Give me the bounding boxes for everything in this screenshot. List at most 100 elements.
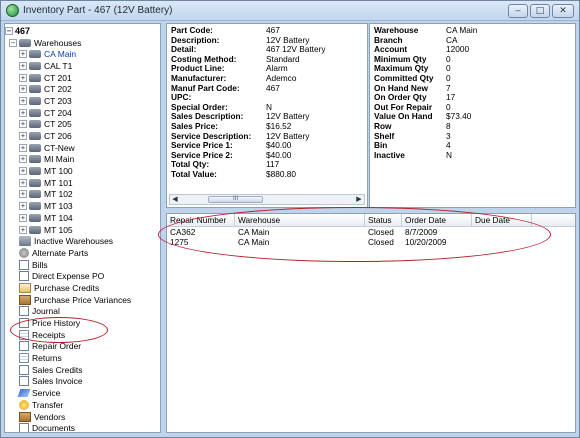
repair-order-icon [19,341,29,352]
tree-item-label: Service [32,388,61,399]
tree-item-warehouse[interactable]: + CT 204 [5,107,160,119]
warehouse-truck-icon [29,50,41,59]
tree-item-warehouse[interactable]: + MT 104 [5,212,160,224]
tree-item-label: MI Main [44,154,75,165]
tree-item-warehouse[interactable]: + CT 201 [5,72,160,84]
tree-item-warehouse[interactable]: + MT 101 [5,177,160,189]
tree-item-alternate-parts[interactable]: Alternate Parts [5,247,160,259]
collapse-icon[interactable]: − [5,26,13,35]
warehouse-detail-row: Warehouse CA Main [374,25,575,36]
expand-icon[interactable]: + [19,167,27,176]
scroll-right-icon[interactable]: ▶ [354,195,364,204]
scroll-thumb[interactable]: III [208,196,263,203]
warehouse-truck-icon [29,225,41,234]
part-detail-row: Total Value: $880.80 [171,168,367,180]
tree-item-label: MT 102 [44,189,73,200]
horizontal-scrollbar[interactable]: ◀ III ▶ [169,194,365,205]
warehouse-truck-icon [29,85,41,94]
expand-icon[interactable]: + [19,225,27,234]
maximize-button[interactable]: □ [530,4,550,18]
tree-item-purchase-credits[interactable]: Purchase Credits [5,282,160,294]
tree-item-warehouse[interactable]: + CT 205 [5,119,160,131]
tree-item-label: Sales Credits [32,364,83,375]
navigation-tree: − 467 − Warehouses + CA Main + CAL T1 + CT 20… [4,23,161,433]
tree-item-journal[interactable]: Journal [5,306,160,318]
service-icon [17,389,31,398]
warehouse-truck-icon [29,61,41,70]
warehouse-detail-row: Shelf 3 [374,131,575,142]
expand-icon[interactable]: + [19,50,27,59]
tree-item-warehouse[interactable]: + CT 203 [5,95,160,107]
detail-key: Total Value: [171,168,217,179]
close-button[interactable]: ✕ [552,4,574,18]
tree-item-warehouse[interactable]: + CT-New [5,142,160,154]
tree-item-purchase-price-variances[interactable]: Purchase Price Variances [5,294,160,306]
minimize-button[interactable]: ‒ [508,4,528,18]
warehouse-truck-icon [29,155,41,164]
app-globe-icon [6,4,19,17]
expand-icon[interactable]: + [19,85,27,94]
warehouse-detail-row: Row 8 [374,121,575,132]
tree-item-warehouse[interactable]: + MT 105 [5,224,160,236]
tree-item-warehouse[interactable]: + MT 103 [5,200,160,212]
bills-icon [19,259,29,270]
tree-item-inactive-warehouses[interactable]: Inactive Warehouses [5,235,160,247]
tree-item-label: Journal [32,306,60,317]
warehouse-detail-panel: Warehouse CA Main Branch CA Account 12000 Mini… [369,23,576,208]
tree-item-label: Returns [32,353,62,364]
tree-item-warehouse[interactable]: + MI Main [5,154,160,166]
tree-item-sales-credits[interactable]: Sales Credits [5,364,160,376]
tree-item-label: Documents [32,423,75,433]
tree-item-label: CT 204 [44,107,72,118]
warehouse-list: + CA Main + CAL T1 + CT 201 + CT 202 + CT 203 + CT … [5,48,160,235]
warehouse-truck-icon [29,190,41,199]
expand-icon[interactable]: + [19,61,27,70]
tree-item-repair-order[interactable]: Repair Order [5,341,160,353]
expand-icon[interactable]: + [19,73,27,82]
collapse-icon[interactable]: − [9,38,17,47]
tree-item-warehouse[interactable]: + CA Main [5,48,160,60]
tree-item-label: Sales Invoice [32,376,83,387]
tree-item-label: Transfer [32,399,64,410]
expand-icon[interactable]: + [19,190,27,199]
expand-icon[interactable]: + [19,132,27,141]
warehouse-truck-icon [29,202,41,211]
tree-root[interactable]: − 467 [5,25,160,37]
expand-icon[interactable]: + [19,120,27,129]
tree-item-documents[interactable]: Documents [5,422,160,433]
journal-icon [19,306,29,317]
title-bar: Inventory Part - 467 (12V Battery) ‒ □ ✕ [1,1,579,21]
warehouse-truck-icon [29,132,41,141]
tree-item-label: MT 104 [44,212,73,223]
purchase-credits-icon [19,282,31,293]
tree-item-sales-invoice[interactable]: Sales Invoice [5,376,160,388]
part-detail-row: Manuf Part Code: 467 [171,83,367,94]
tree-item-returns[interactable]: Returns [5,352,160,364]
tree-item-warehouse[interactable]: + MT 100 [5,165,160,177]
tree-item-warehouses[interactable]: − Warehouses [5,37,160,49]
tree-item-vendors[interactable]: Vendors [5,411,160,423]
tree-item-warehouse[interactable]: + MT 102 [5,189,160,201]
tree-item-bills[interactable]: Bills [5,259,160,271]
expand-icon[interactable]: + [19,213,27,222]
expand-icon[interactable]: + [19,108,27,117]
detail-value: N [446,149,452,160]
expand-icon[interactable]: + [19,96,27,105]
warehouse-detail-row: Value On Hand $73.40 [374,112,575,122]
tree-item-warehouse[interactable]: + CT 202 [5,83,160,95]
tree-item-warehouse[interactable]: + CT 206 [5,130,160,142]
tree-item-transfer[interactable]: Transfer [5,399,160,411]
tree-item-service[interactable]: Service [5,387,160,399]
expand-icon[interactable]: + [19,155,27,164]
expand-icon[interactable]: + [19,202,27,211]
tree-item-label: MT 100 [44,166,73,177]
tree-item-direct-expense-po[interactable]: Direct Expense PO [5,270,160,282]
tree-item-label: CT 202 [44,84,72,95]
tree-item-warehouse[interactable]: + CAL T1 [5,60,160,72]
transfer-icon [19,399,29,410]
scroll-left-icon[interactable]: ◀ [170,195,180,204]
tree-item-label: Inactive Warehouses [34,236,114,247]
expand-icon[interactable]: + [19,178,27,187]
tree-item-label: Vendors [34,411,66,422]
expand-icon[interactable]: + [19,143,27,152]
